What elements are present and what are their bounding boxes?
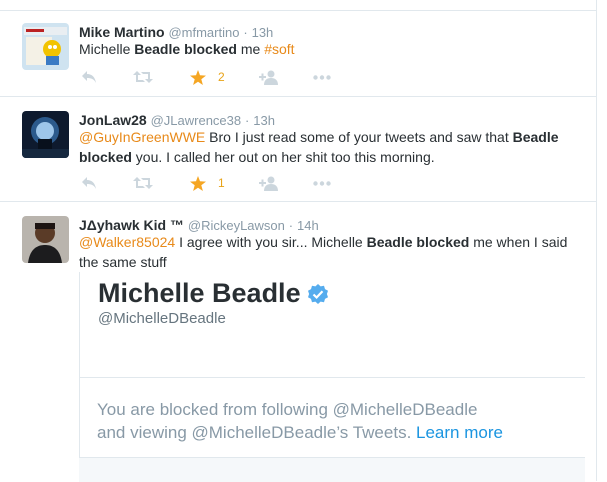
favorite-icon: [190, 175, 206, 191]
tweet-header: JΔyhawk Kid ™ @RickeyLawson · 14h: [79, 217, 319, 233]
user-name[interactable]: JonLaw28: [79, 112, 147, 128]
blocked-profile-card: Michelle Beadle @MichelleDBeadle You are…: [79, 272, 585, 482]
separator-dot: ·: [288, 218, 294, 233]
retweet-button[interactable]: [133, 173, 153, 193]
text-span: I agree with you sir... Michelle: [175, 234, 367, 250]
more-button[interactable]: [313, 173, 331, 193]
text-span: Michelle: [79, 41, 135, 57]
bold-keyword: blocked: [184, 41, 237, 57]
bold-keyword: Beadle: [366, 234, 413, 250]
favorite-icon: [190, 69, 206, 85]
blocked-message-text: and viewing @MichelleDBeadle’s Tweets.: [97, 423, 417, 442]
mention-link[interactable]: @GuyInGreenWWE: [79, 129, 205, 145]
tweet-text-line: @GuyInGreenWWE Bro I just read some of y…: [79, 127, 569, 147]
bold-keyword: blocked: [79, 149, 132, 165]
retweet-icon: [133, 71, 153, 83]
favorite-count: 1: [218, 176, 225, 190]
retweet-icon: [133, 177, 153, 189]
tweet-text-line: @Walker85024 I agree with you sir... Mic…: [79, 232, 569, 252]
mention-link[interactable]: @Walker85024: [79, 234, 175, 250]
user-name[interactable]: JΔyhawk Kid ™: [79, 217, 184, 233]
tweet-text: Michelle Beadle blocked me #soft: [79, 39, 569, 59]
tweet-2[interactable]: JonLaw28 @JLawrence38 · 13h @GuyInGreenW…: [0, 97, 596, 205]
tweet-header: Mike Martino @mfmartino · 13h: [79, 24, 273, 40]
tweet-1[interactable]: Mike Martino @mfmartino · 13h Michelle B…: [0, 11, 596, 101]
timestamp[interactable]: 13h: [252, 25, 274, 40]
blocked-message-line: You are blocked from following @Michelle…: [97, 400, 478, 419]
user-name[interactable]: Mike Martino: [79, 24, 165, 40]
tweet-text: @GuyInGreenWWE Bro I just read some of y…: [79, 127, 569, 167]
timestamp[interactable]: 14h: [297, 218, 319, 233]
user-handle[interactable]: @JLawrence38: [151, 113, 242, 128]
reply-icon: [82, 71, 96, 83]
follow-icon: [259, 70, 278, 85]
blocked-message-line: and viewing @MichelleDBeadle’s Tweets. L…: [97, 421, 577, 444]
learn-more-link[interactable]: Learn more: [416, 423, 503, 442]
hashtag-link[interactable]: #soft: [264, 41, 294, 57]
more-icon: [313, 74, 331, 80]
favorite-count: 2: [218, 70, 225, 84]
favorite-button[interactable]: 2: [190, 67, 225, 87]
reply-button[interactable]: [81, 67, 97, 87]
follow-icon: [259, 176, 278, 191]
card-name-text[interactable]: Michelle Beadle: [98, 278, 301, 308]
avatar[interactable]: [22, 23, 69, 70]
bold-keyword: blocked: [416, 234, 470, 250]
user-handle[interactable]: @RickeyLawson: [188, 218, 285, 233]
text-span: me when I said: [469, 234, 568, 250]
separator-dot: ·: [245, 113, 250, 128]
bold-keyword: Beadle: [512, 129, 559, 145]
card-profile-name[interactable]: Michelle Beadle: [98, 278, 329, 309]
more-button[interactable]: [313, 67, 331, 87]
avatar[interactable]: [22, 216, 69, 263]
card-header: Michelle Beadle @MichelleDBeadle: [79, 272, 585, 377]
blocked-message: You are blocked from following @Michelle…: [97, 398, 577, 444]
reply-button[interactable]: [81, 173, 97, 193]
right-border: [596, 0, 597, 481]
follow-button[interactable]: [259, 173, 279, 193]
separator-dot: ·: [243, 25, 248, 40]
avatar[interactable]: [22, 111, 69, 158]
card-profile-handle[interactable]: @MichelleDBeadle: [98, 310, 226, 327]
tweet-text-line: the same stuff: [79, 254, 167, 270]
text-span: you. I called her out on her shit too th…: [131, 149, 435, 165]
more-icon: [313, 180, 331, 186]
tweet-header: JonLaw28 @JLawrence38 · 13h: [79, 112, 275, 128]
reply-icon: [82, 177, 96, 189]
user-handle[interactable]: @mfmartino: [168, 25, 239, 40]
verified-badge-icon: [307, 283, 328, 304]
timestamp[interactable]: 13h: [253, 113, 275, 128]
tweet-text: @Walker85024 I agree with you sir... Mic…: [79, 232, 569, 272]
retweet-button[interactable]: [133, 67, 153, 87]
text-span: me: [236, 41, 265, 57]
favorite-button[interactable]: 1: [190, 173, 225, 193]
card-footer: [79, 457, 585, 482]
tweet-text-line: blocked you. I called her out on her shi…: [79, 147, 569, 167]
text-span: Bro I just read some of your tweets and …: [205, 129, 513, 145]
follow-button[interactable]: [259, 67, 279, 87]
card-divider: [79, 377, 585, 378]
bold-keyword: Beadle: [134, 41, 181, 57]
